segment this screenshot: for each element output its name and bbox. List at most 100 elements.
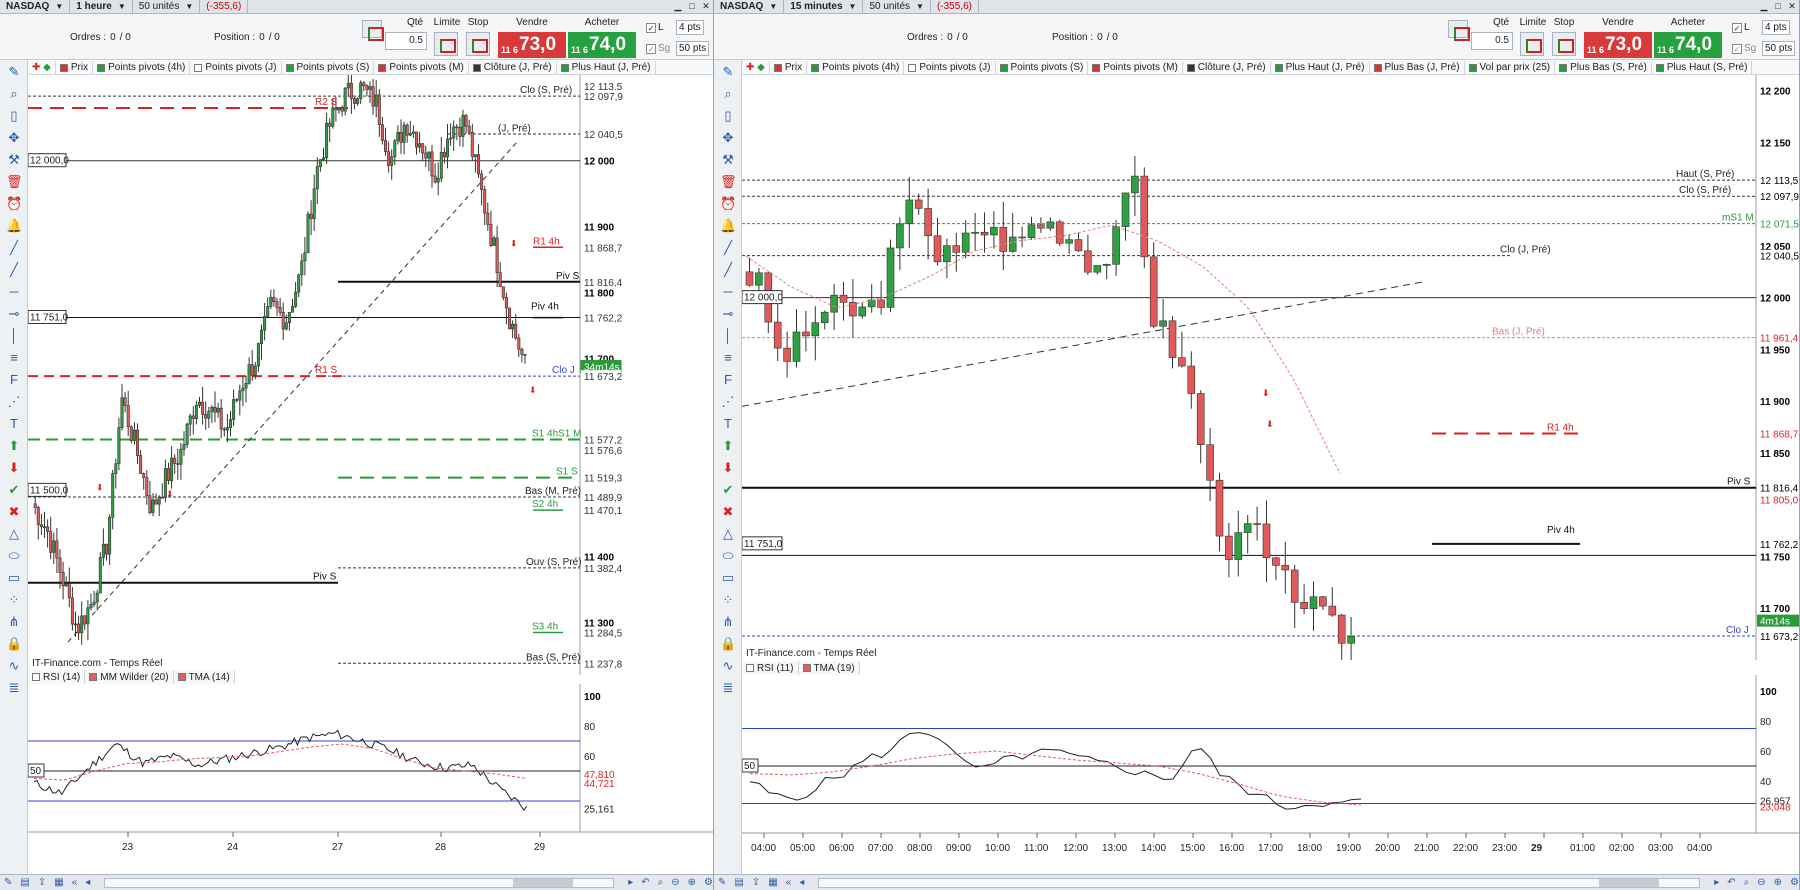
chart-type-icon[interactable]: ▤ xyxy=(734,877,743,888)
minimize-icon[interactable]: ▁ xyxy=(671,1,685,12)
channel-icon[interactable]: ≡ xyxy=(720,350,736,366)
points-icon[interactable]: ⁘ xyxy=(6,592,22,608)
bell-icon[interactable]: 🔔 xyxy=(6,218,22,234)
horizontal-scrollbar[interactable] xyxy=(818,877,1701,888)
close-icon[interactable]: ✕ xyxy=(1785,1,1799,12)
indicator-item[interactable]: Points pivots (J) xyxy=(190,61,282,74)
limit-button[interactable] xyxy=(434,32,458,56)
settings-icon[interactable]: ⚙ xyxy=(1790,877,1799,888)
horizontal-scrollbar[interactable] xyxy=(104,877,615,888)
rsi-chart-15m[interactable]: 10080604026,95723,0485004:00 05:00 06:00 07… xyxy=(742,675,1800,858)
settings-icon[interactable]: ⚙ xyxy=(704,877,713,888)
cross-icon[interactable]: ✖ xyxy=(6,504,22,520)
fan-icon[interactable]: ⋰ xyxy=(720,394,736,410)
page-icon[interactable]: ▯ xyxy=(720,108,736,124)
indicator-item[interactable]: Points pivots (M) xyxy=(1088,61,1183,74)
zoom-icon[interactable]: ⌕ xyxy=(1744,877,1750,888)
text-icon[interactable]: T xyxy=(720,416,736,432)
indicator-item[interactable]: Plus Bas (J, Pré) xyxy=(1370,61,1465,74)
zoom-out-icon[interactable]: ⊖ xyxy=(671,877,679,888)
maximize-icon[interactable]: □ xyxy=(685,1,699,12)
hray-icon[interactable]: ⊸ xyxy=(720,306,736,322)
indicator-item[interactable]: Points pivots (S) xyxy=(996,61,1089,74)
minimize-icon[interactable]: ▁ xyxy=(1757,1,1771,12)
sg-checkbox[interactable]: ✓ Sg xyxy=(1732,43,1756,54)
fan-icon[interactable]: ⋰ xyxy=(6,394,22,410)
buy-button[interactable]: 11 6 74,0 xyxy=(1654,32,1722,58)
zoom-in-icon[interactable]: ⊕ xyxy=(688,877,696,888)
wave-icon[interactable]: ∿ xyxy=(720,658,736,674)
crosshair-icon[interactable]: ✥ xyxy=(6,130,22,146)
check-icon[interactable]: ✔ xyxy=(6,482,22,498)
indicator-item[interactable]: Clôture (J, Pré) xyxy=(1183,61,1271,74)
instrument-select[interactable]: NASDAQ ▼ xyxy=(0,0,71,14)
hray-icon[interactable]: ⊸ xyxy=(6,306,22,322)
prev-icon[interactable]: « xyxy=(72,877,78,888)
undo-icon[interactable]: ↶ xyxy=(641,877,649,888)
indicator-item[interactable]: Clôture (J, Pré) xyxy=(469,61,557,74)
share-icon[interactable]: ⇪ xyxy=(38,877,46,888)
timeframe-select[interactable]: 1 heure ▼ xyxy=(70,0,133,14)
lock-icon[interactable]: 🔒 xyxy=(720,636,736,652)
instrument-select[interactable]: NASDAQ ▼ xyxy=(714,0,785,14)
text-icon[interactable]: T xyxy=(6,416,22,432)
grid-icon[interactable]: ▦ xyxy=(54,877,63,888)
grid-icon[interactable]: ▦ xyxy=(768,877,777,888)
arrow-up-icon[interactable]: ⬆ xyxy=(720,438,736,454)
zoom-in-icon[interactable]: ⊕ xyxy=(1774,877,1782,888)
trash-icon[interactable]: 🗑 xyxy=(6,174,23,190)
arrow-up-icon[interactable]: ⬆ xyxy=(6,438,22,454)
calculator-button[interactable] xyxy=(362,20,384,41)
ellipse-icon[interactable]: ⬭ xyxy=(720,548,736,564)
qty-input[interactable]: 0.5 xyxy=(385,32,427,50)
indicator-item[interactable]: Points pivots (4h) xyxy=(807,61,905,74)
maximize-icon[interactable]: □ xyxy=(1771,1,1785,12)
channel-icon[interactable]: ≡ xyxy=(6,350,22,366)
check-icon[interactable]: ✔ xyxy=(720,482,736,498)
indicator-item[interactable]: Points pivots (J) xyxy=(904,61,996,74)
calculator-button[interactable] xyxy=(1448,20,1470,41)
line-icon[interactable]: ╱ xyxy=(720,240,736,256)
scroll-right-icon[interactable]: ▸ xyxy=(1714,877,1719,888)
indicator-item[interactable]: Plus Haut (S, Pré) xyxy=(1652,61,1753,74)
pencil-icon[interactable]: ✎ xyxy=(718,877,726,888)
pts-input-2[interactable]: 50 pts xyxy=(676,41,710,56)
zoom-icon[interactable]: ⌕ xyxy=(6,86,22,102)
indicator-item[interactable]: Prix xyxy=(56,61,94,74)
stop-button[interactable] xyxy=(1552,32,1576,56)
pencil-icon[interactable]: ✎ xyxy=(6,64,22,80)
sub-indicator-item[interactable]: RSI (11) xyxy=(742,661,799,675)
ray-icon[interactable]: ╱ xyxy=(6,262,22,278)
triangle-icon[interactable]: △ xyxy=(6,526,22,542)
sell-button[interactable]: 11 6 73,0 xyxy=(1584,32,1652,58)
arrow-down-icon[interactable]: ⬇ xyxy=(720,460,736,476)
levels-icon[interactable]: ≣ xyxy=(720,680,736,696)
vline-icon[interactable]: │ xyxy=(6,328,22,344)
rsi-chart-1h[interactable]: 100806047,81044,72125,1615023 24 27 28 29 xyxy=(28,684,714,858)
lock-icon[interactable]: 🔒 xyxy=(6,636,22,652)
zoom-out-icon[interactable]: ⊖ xyxy=(1757,877,1765,888)
hline-icon[interactable]: ─ xyxy=(720,284,736,300)
ray-icon[interactable]: ╱ xyxy=(720,262,736,278)
magnet-icon[interactable]: ⋔ xyxy=(720,614,736,630)
trash-icon[interactable]: 🗑 xyxy=(720,174,737,190)
indicator-item[interactable]: Points pivots (M) xyxy=(374,61,469,74)
line-icon[interactable]: ╱ xyxy=(6,240,22,256)
l-checkbox[interactable]: ✓ L xyxy=(646,22,664,33)
magnet-icon[interactable]: ⋔ xyxy=(6,614,22,630)
indicator-item[interactable]: Points pivots (4h) xyxy=(93,61,191,74)
zoom-icon[interactable]: ⌕ xyxy=(720,86,736,102)
crosshair-icon[interactable]: ✥ xyxy=(720,130,736,146)
share-icon[interactable]: ⇪ xyxy=(752,877,760,888)
pts-input-2[interactable]: 50 pts xyxy=(1762,41,1796,56)
close-icon[interactable]: ✕ xyxy=(699,1,713,12)
scroll-right-icon[interactable]: ▸ xyxy=(628,877,633,888)
sub-indicator-item[interactable]: TMA (19) xyxy=(799,661,860,675)
rect-icon[interactable]: ▭ xyxy=(6,570,22,586)
buy-button[interactable]: 11 6 74,0 xyxy=(568,32,636,58)
bell-icon[interactable]: 🔔 xyxy=(720,218,736,234)
qty-input[interactable]: 0.5 xyxy=(1471,32,1513,50)
units-select[interactable]: 50 unités ▼ xyxy=(863,0,931,14)
sub-indicator-item[interactable]: RSI (14) xyxy=(28,670,86,684)
indicator-item[interactable]: Plus Haut (J, Pré) xyxy=(557,61,656,74)
